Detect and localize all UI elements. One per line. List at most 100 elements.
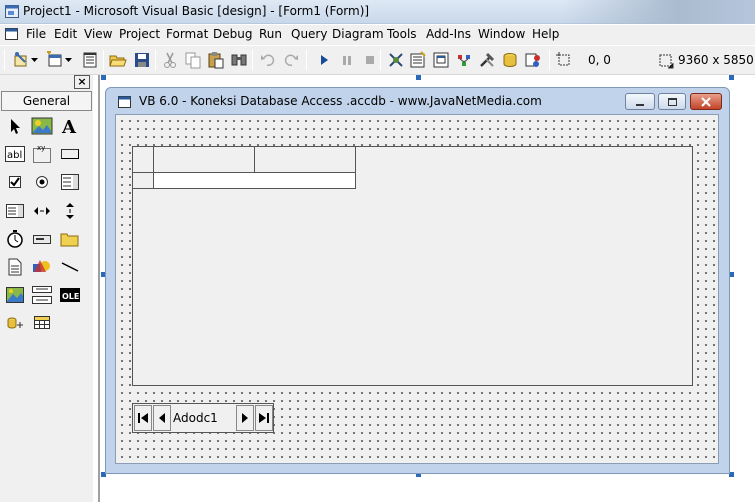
chevron-down-icon[interactable] bbox=[30, 51, 40, 69]
menu-edit[interactable]: Edit bbox=[54, 27, 77, 41]
datagrid[interactable] bbox=[132, 146, 693, 386]
copy-icon[interactable] bbox=[184, 51, 202, 69]
vb-app-icon bbox=[5, 5, 19, 18]
shape-tool-icon[interactable] bbox=[31, 256, 53, 278]
data-view-icon[interactable] bbox=[501, 51, 519, 69]
resize-handle[interactable] bbox=[416, 75, 421, 80]
form-window-icon[interactable] bbox=[5, 28, 19, 44]
toolbar-separator bbox=[103, 50, 104, 70]
move-previous-button[interactable] bbox=[153, 405, 171, 431]
move-next-button[interactable] bbox=[236, 405, 254, 431]
position-icon bbox=[555, 51, 573, 69]
menu-help[interactable]: Help bbox=[532, 27, 559, 41]
combobox-tool-icon[interactable] bbox=[59, 171, 81, 193]
redo-icon[interactable] bbox=[282, 51, 300, 69]
drivelistbox-tool-icon[interactable] bbox=[31, 228, 53, 250]
grid-line bbox=[133, 188, 356, 189]
form-client-area[interactable]: Adodc1 bbox=[115, 114, 719, 464]
title-bar: Project1 - Microsoft Visual Basic [desig… bbox=[0, 0, 755, 24]
project-explorer-icon[interactable] bbox=[387, 51, 405, 69]
menu-add-ins[interactable]: Add-Ins bbox=[426, 27, 471, 41]
form-layout-icon[interactable] bbox=[432, 51, 450, 69]
filelistbox-tool-icon[interactable] bbox=[4, 256, 26, 278]
toolbox-tab-general[interactable]: General bbox=[1, 91, 92, 111]
open-folder-icon[interactable] bbox=[109, 51, 127, 69]
toolbox-splitter[interactable] bbox=[98, 75, 100, 502]
image-tool-icon[interactable] bbox=[4, 284, 26, 306]
menu-view[interactable]: View bbox=[84, 27, 112, 41]
label-tool-icon[interactable]: A bbox=[59, 115, 81, 137]
form-caption: VB 6.0 - Koneksi Database Access .accdb … bbox=[139, 94, 542, 108]
listbox-tool-icon[interactable] bbox=[4, 200, 26, 222]
menu-project[interactable]: Project bbox=[119, 27, 160, 41]
adodc-tool-icon[interactable] bbox=[4, 312, 26, 334]
save-icon[interactable] bbox=[133, 51, 151, 69]
start-icon[interactable] bbox=[315, 51, 333, 69]
toolbar-separator bbox=[549, 50, 550, 70]
chevron-down-icon[interactable] bbox=[64, 51, 74, 69]
toolbox-close-button[interactable]: × bbox=[74, 75, 90, 89]
adodc-caption: Adodc1 bbox=[173, 411, 218, 425]
svg-text:OLE: OLE bbox=[62, 292, 79, 301]
svg-text:xy: xy bbox=[37, 144, 45, 152]
menu-run[interactable]: Run bbox=[259, 27, 282, 41]
svg-text:A: A bbox=[61, 117, 77, 135]
end-icon[interactable] bbox=[361, 51, 379, 69]
move-last-button[interactable] bbox=[255, 405, 273, 431]
datagrid-tool-icon[interactable] bbox=[31, 312, 53, 334]
add-form-icon[interactable] bbox=[46, 51, 64, 69]
component-manager-icon[interactable] bbox=[524, 51, 542, 69]
paste-icon[interactable] bbox=[207, 51, 225, 69]
svg-text:abl: abl bbox=[7, 150, 22, 161]
menu-file[interactable]: File bbox=[26, 27, 46, 41]
toolbar-separator bbox=[155, 50, 156, 70]
minimize-button[interactable] bbox=[625, 93, 655, 110]
checkbox-tool-icon[interactable] bbox=[4, 171, 26, 193]
maximize-button[interactable] bbox=[658, 93, 686, 110]
menu-editor-icon[interactable] bbox=[81, 51, 99, 69]
form-icon bbox=[118, 96, 132, 112]
position-readout: 0, 0 bbox=[588, 53, 611, 67]
pointer-tool-icon[interactable] bbox=[4, 115, 26, 137]
properties-window-icon[interactable] bbox=[409, 51, 427, 69]
hscrollbar-tool-icon[interactable] bbox=[31, 200, 53, 222]
break-icon[interactable] bbox=[338, 51, 356, 69]
resize-handle[interactable] bbox=[101, 75, 106, 80]
close-button[interactable] bbox=[690, 93, 722, 110]
frame-tool-icon[interactable]: xy bbox=[31, 143, 53, 165]
line-tool-icon[interactable] bbox=[59, 256, 81, 278]
toolbox-panel: × General A abl xy OLE bbox=[0, 75, 93, 502]
optionbutton-tool-icon[interactable] bbox=[31, 171, 53, 193]
form-window: VB 6.0 - Koneksi Database Access .accdb … bbox=[105, 87, 730, 474]
toolbar-separator bbox=[380, 50, 381, 70]
menu-bar: File Edit View Project Format Debug Run … bbox=[0, 25, 755, 45]
resize-handle[interactable] bbox=[729, 75, 734, 80]
textbox-tool-icon[interactable]: abl bbox=[4, 143, 26, 165]
menu-tools[interactable]: Tools bbox=[387, 27, 417, 41]
grid-row[interactable] bbox=[154, 173, 355, 188]
move-first-button[interactable] bbox=[134, 405, 152, 431]
menu-format[interactable]: Format bbox=[166, 27, 208, 41]
data-tool-icon[interactable] bbox=[31, 284, 53, 306]
menu-query[interactable]: Query bbox=[291, 27, 327, 41]
vscrollbar-tool-icon[interactable] bbox=[59, 200, 81, 222]
standard-toolbar: 0, 0 9360 x 5850 bbox=[0, 46, 755, 75]
add-project-icon[interactable] bbox=[12, 51, 30, 69]
menu-window[interactable]: Window bbox=[478, 27, 525, 41]
cut-icon[interactable] bbox=[161, 51, 179, 69]
find-icon[interactable] bbox=[230, 51, 248, 69]
menu-diagram[interactable]: Diagram bbox=[332, 27, 384, 41]
picturebox-tool-icon[interactable] bbox=[31, 115, 53, 137]
toolbar-grip bbox=[4, 50, 5, 70]
commandbutton-tool-icon[interactable] bbox=[59, 143, 81, 165]
ole-tool-icon[interactable]: OLE bbox=[59, 284, 81, 306]
object-browser-icon[interactable] bbox=[455, 51, 473, 69]
toolbar-separator bbox=[252, 50, 253, 70]
toolbox-icon[interactable] bbox=[478, 51, 496, 69]
adodc-control[interactable]: Adodc1 bbox=[132, 403, 274, 433]
grid-line bbox=[355, 147, 356, 188]
menu-debug[interactable]: Debug bbox=[213, 27, 252, 41]
timer-tool-icon[interactable] bbox=[4, 228, 26, 250]
dirlistbox-tool-icon[interactable] bbox=[59, 228, 81, 250]
undo-icon[interactable] bbox=[259, 51, 277, 69]
